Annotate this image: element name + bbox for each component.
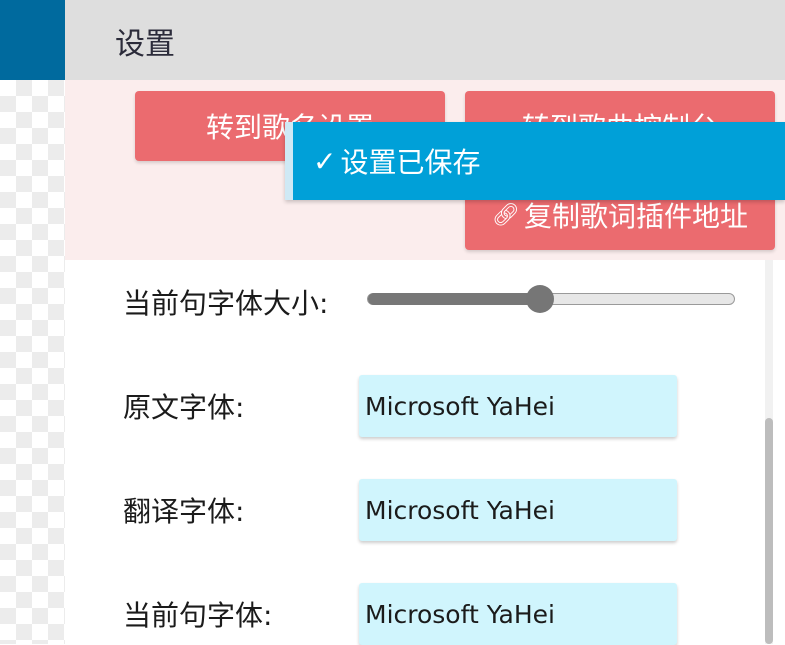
toast-message: 设置已保存 xyxy=(340,146,481,179)
current-line-font-label: 当前句字体: xyxy=(123,599,273,632)
translation-font-row: 翻译字体: xyxy=(123,479,677,541)
slider-thumb[interactable] xyxy=(526,285,554,313)
current-line-size-slider[interactable] xyxy=(367,285,735,313)
translation-font-input[interactable] xyxy=(359,479,677,541)
vertical-scrollbar[interactable] xyxy=(765,260,773,644)
current-line-size-row: 当前句字体大小: xyxy=(123,282,328,322)
original-font-label: 原文字体: xyxy=(123,391,245,424)
copy-lyrics-url-label: 复制歌词插件地址 xyxy=(523,200,748,233)
page-header: 设置 xyxy=(65,0,785,80)
original-font-input[interactable] xyxy=(359,375,677,437)
slider-fill xyxy=(368,292,540,305)
scrollbar-thumb[interactable] xyxy=(765,418,773,644)
page-title: 设置 xyxy=(115,27,175,62)
saved-toast: ✓ 设置已保存 xyxy=(285,122,785,200)
toast-accent-bar xyxy=(285,122,293,200)
current-line-font-input[interactable] xyxy=(359,583,677,645)
current-line-font-row: 当前句字体: xyxy=(123,583,677,645)
settings-content: 当前句字体大小: 原文字体: 翻译字体: 当前句字体: xyxy=(65,260,785,645)
link-icon: 🔗︎ xyxy=(492,202,520,228)
sidebar-accent xyxy=(0,0,65,80)
original-font-row: 原文字体: xyxy=(123,375,677,437)
translation-font-label: 翻译字体: xyxy=(123,495,245,528)
current-line-size-label: 当前句字体大小: xyxy=(123,287,329,320)
checkmark-icon: ✓ xyxy=(313,144,337,178)
transparent-background xyxy=(0,80,65,644)
